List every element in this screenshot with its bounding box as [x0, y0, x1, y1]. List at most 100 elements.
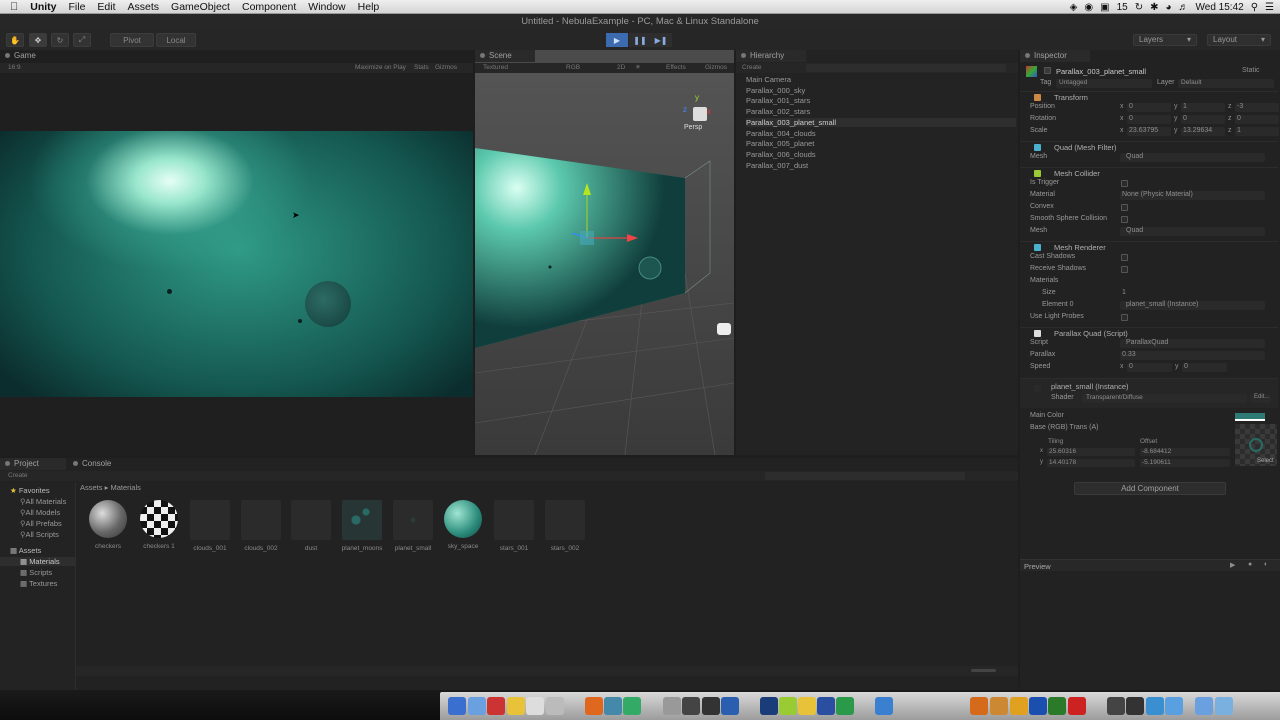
- project-create-button[interactable]: Create: [8, 471, 28, 481]
- aspect-dropdown[interactable]: 16:9: [8, 63, 21, 73]
- apple-icon[interactable]: : [0, 0, 24, 14]
- transform-x-field[interactable]: 23.63795: [1127, 127, 1171, 136]
- project-search-input[interactable]: [765, 472, 965, 480]
- move-tool-icon[interactable]: ✥: [29, 33, 47, 47]
- asset-item[interactable]: checkers: [87, 500, 129, 550]
- search-icon[interactable]: ⚲: [1251, 2, 1258, 13]
- zoom-slider[interactable]: [971, 669, 996, 672]
- tab-game[interactable]: Game: [0, 50, 60, 62]
- step-button[interactable]: ▶❚: [650, 33, 672, 47]
- dock-app-icon[interactable]: [1048, 697, 1066, 715]
- speed-x-field[interactable]: 0: [1127, 363, 1172, 372]
- dock-app-icon[interactable]: [487, 697, 505, 715]
- dock-app-icon[interactable]: [1010, 697, 1028, 715]
- dock-app-icon[interactable]: [1068, 697, 1086, 715]
- speed-y-field[interactable]: 0: [1182, 363, 1227, 372]
- tiling-y-field[interactable]: 14.40178: [1047, 459, 1135, 467]
- effects-dropdown[interactable]: Effects: [666, 63, 686, 73]
- tab-hierarchy[interactable]: Hierarchy: [736, 50, 806, 62]
- light-probes-checkbox[interactable]: [1121, 314, 1128, 321]
- hand-tool-icon[interactable]: ✋: [6, 33, 24, 47]
- asset-item[interactable]: dust: [290, 500, 332, 552]
- material-header[interactable]: planet_small (Instance) Shader Transpare…: [1020, 378, 1278, 408]
- texture-select-button[interactable]: Select: [1257, 458, 1274, 464]
- status-icon[interactable]: ▣: [1100, 2, 1109, 13]
- dock-app-icon[interactable]: [875, 697, 893, 715]
- pause-button[interactable]: ❚❚: [629, 33, 651, 47]
- tab-scene[interactable]: Scene: [475, 50, 535, 62]
- asset-item[interactable]: clouds_001: [189, 500, 231, 552]
- dock-app-icon[interactable]: [1029, 697, 1047, 715]
- local-toggle[interactable]: Local: [156, 33, 196, 47]
- camera-icon[interactable]: [717, 323, 731, 335]
- dock-app-icon[interactable]: [1146, 697, 1164, 715]
- fav-all-scripts[interactable]: ⚲All Scripts: [20, 530, 59, 539]
- dock-app-icon[interactable]: [546, 697, 564, 715]
- menu-component[interactable]: Component: [236, 0, 302, 14]
- asset-item[interactable]: planet_small: [392, 500, 434, 552]
- dock-app-icon[interactable]: [507, 697, 525, 715]
- menu-file[interactable]: File: [63, 0, 92, 14]
- fav-all-prefabs[interactable]: ⚲All Prefabs: [20, 519, 62, 528]
- tiling-x-field[interactable]: 25.60316: [1047, 448, 1135, 456]
- hierarchy-item[interactable]: Parallax_005_planet: [746, 139, 1016, 148]
- is-trigger-checkbox[interactable]: [1121, 180, 1128, 187]
- menu-app-name[interactable]: Unity: [24, 0, 62, 14]
- list-icon[interactable]: ☰: [1265, 2, 1274, 13]
- orientation-gizmo[interactable]: x y z Persp: [681, 93, 721, 133]
- preview-light-icon[interactable]: ◐: [1264, 561, 1268, 568]
- offset-y-field[interactable]: -5.190611: [1140, 459, 1230, 467]
- hierarchy-item[interactable]: Parallax_006_clouds: [746, 150, 1016, 159]
- breadcrumb-materials[interactable]: Materials: [110, 483, 140, 492]
- materials-foldout[interactable]: Materials: [1030, 277, 1058, 284]
- dock-app-icon[interactable]: [682, 697, 700, 715]
- parallax-header[interactable]: Parallax Quad (Script): [1020, 327, 1278, 339]
- timemachine-icon[interactable]: ↻: [1135, 2, 1143, 13]
- script-field[interactable]: ParallaxQuad: [1120, 339, 1265, 348]
- asset-item[interactable]: stars_002: [544, 500, 586, 552]
- folder-materials[interactable]: ▦ Materials: [0, 557, 76, 566]
- transform-header[interactable]: Transform: [1020, 91, 1278, 103]
- shader-dropdown[interactable]: Transparent/Diffuse: [1082, 394, 1247, 403]
- transform-z-field[interactable]: -3: [1235, 103, 1279, 112]
- volume-icon[interactable]: ♬: [1179, 2, 1189, 13]
- layer-dropdown[interactable]: Default: [1178, 79, 1274, 88]
- tab-inspector[interactable]: Inspector: [1020, 50, 1090, 62]
- breadcrumb-assets[interactable]: Assets: [80, 483, 103, 492]
- tab-console[interactable]: Console: [68, 458, 134, 470]
- asset-item[interactable]: checkers 1: [138, 500, 180, 550]
- dock-app-icon[interactable]: [970, 697, 988, 715]
- lighting-icon[interactable]: ☀: [635, 63, 641, 73]
- collider-mesh-field[interactable]: Quad: [1120, 227, 1265, 236]
- dock-app-icon[interactable]: [526, 697, 544, 715]
- menu-gameobject[interactable]: GameObject: [165, 0, 236, 14]
- dock-app-icon[interactable]: [702, 697, 720, 715]
- dock-app-icon[interactable]: [798, 697, 816, 715]
- convex-checkbox[interactable]: [1121, 204, 1128, 211]
- folder-scripts[interactable]: ▦ Scripts: [20, 568, 52, 577]
- menu-assets[interactable]: Assets: [122, 0, 166, 14]
- smooth-collision-checkbox[interactable]: [1121, 216, 1128, 223]
- asset-item[interactable]: clouds_002: [240, 500, 282, 552]
- dock-app-icon[interactable]: [623, 697, 641, 715]
- hierarchy-item[interactable]: Parallax_001_stars: [746, 96, 1016, 105]
- wifi-icon[interactable]: ◕: [1165, 2, 1171, 13]
- preview-play-icon[interactable]: ▶: [1230, 561, 1235, 569]
- dock-app-icon[interactable]: [1107, 697, 1125, 715]
- hierarchy-search-input[interactable]: [806, 64, 1006, 72]
- add-component-button[interactable]: Add Component: [1074, 482, 1226, 495]
- transform-x-field[interactable]: 0: [1127, 115, 1171, 124]
- asset-item[interactable]: sky_space: [442, 500, 484, 550]
- hierarchy-create-button[interactable]: Create: [742, 63, 762, 73]
- transform-z-field[interactable]: 0: [1235, 115, 1279, 124]
- dock-app-icon[interactable]: [721, 697, 739, 715]
- dock-app-icon[interactable]: [760, 697, 778, 715]
- hierarchy-item[interactable]: Main Camera: [746, 75, 1016, 84]
- mesh-filter-mesh-field[interactable]: Quad: [1120, 153, 1265, 162]
- layers-dropdown[interactable]: Layers ▾: [1133, 34, 1197, 46]
- transform-x-field[interactable]: 0: [1127, 103, 1171, 112]
- game-gizmos-dropdown[interactable]: Gizmos: [435, 63, 457, 73]
- dock-app-icon[interactable]: [663, 697, 681, 715]
- parallax-field[interactable]: 0.33: [1120, 351, 1265, 360]
- asset-item[interactable]: planet_moons: [341, 500, 383, 552]
